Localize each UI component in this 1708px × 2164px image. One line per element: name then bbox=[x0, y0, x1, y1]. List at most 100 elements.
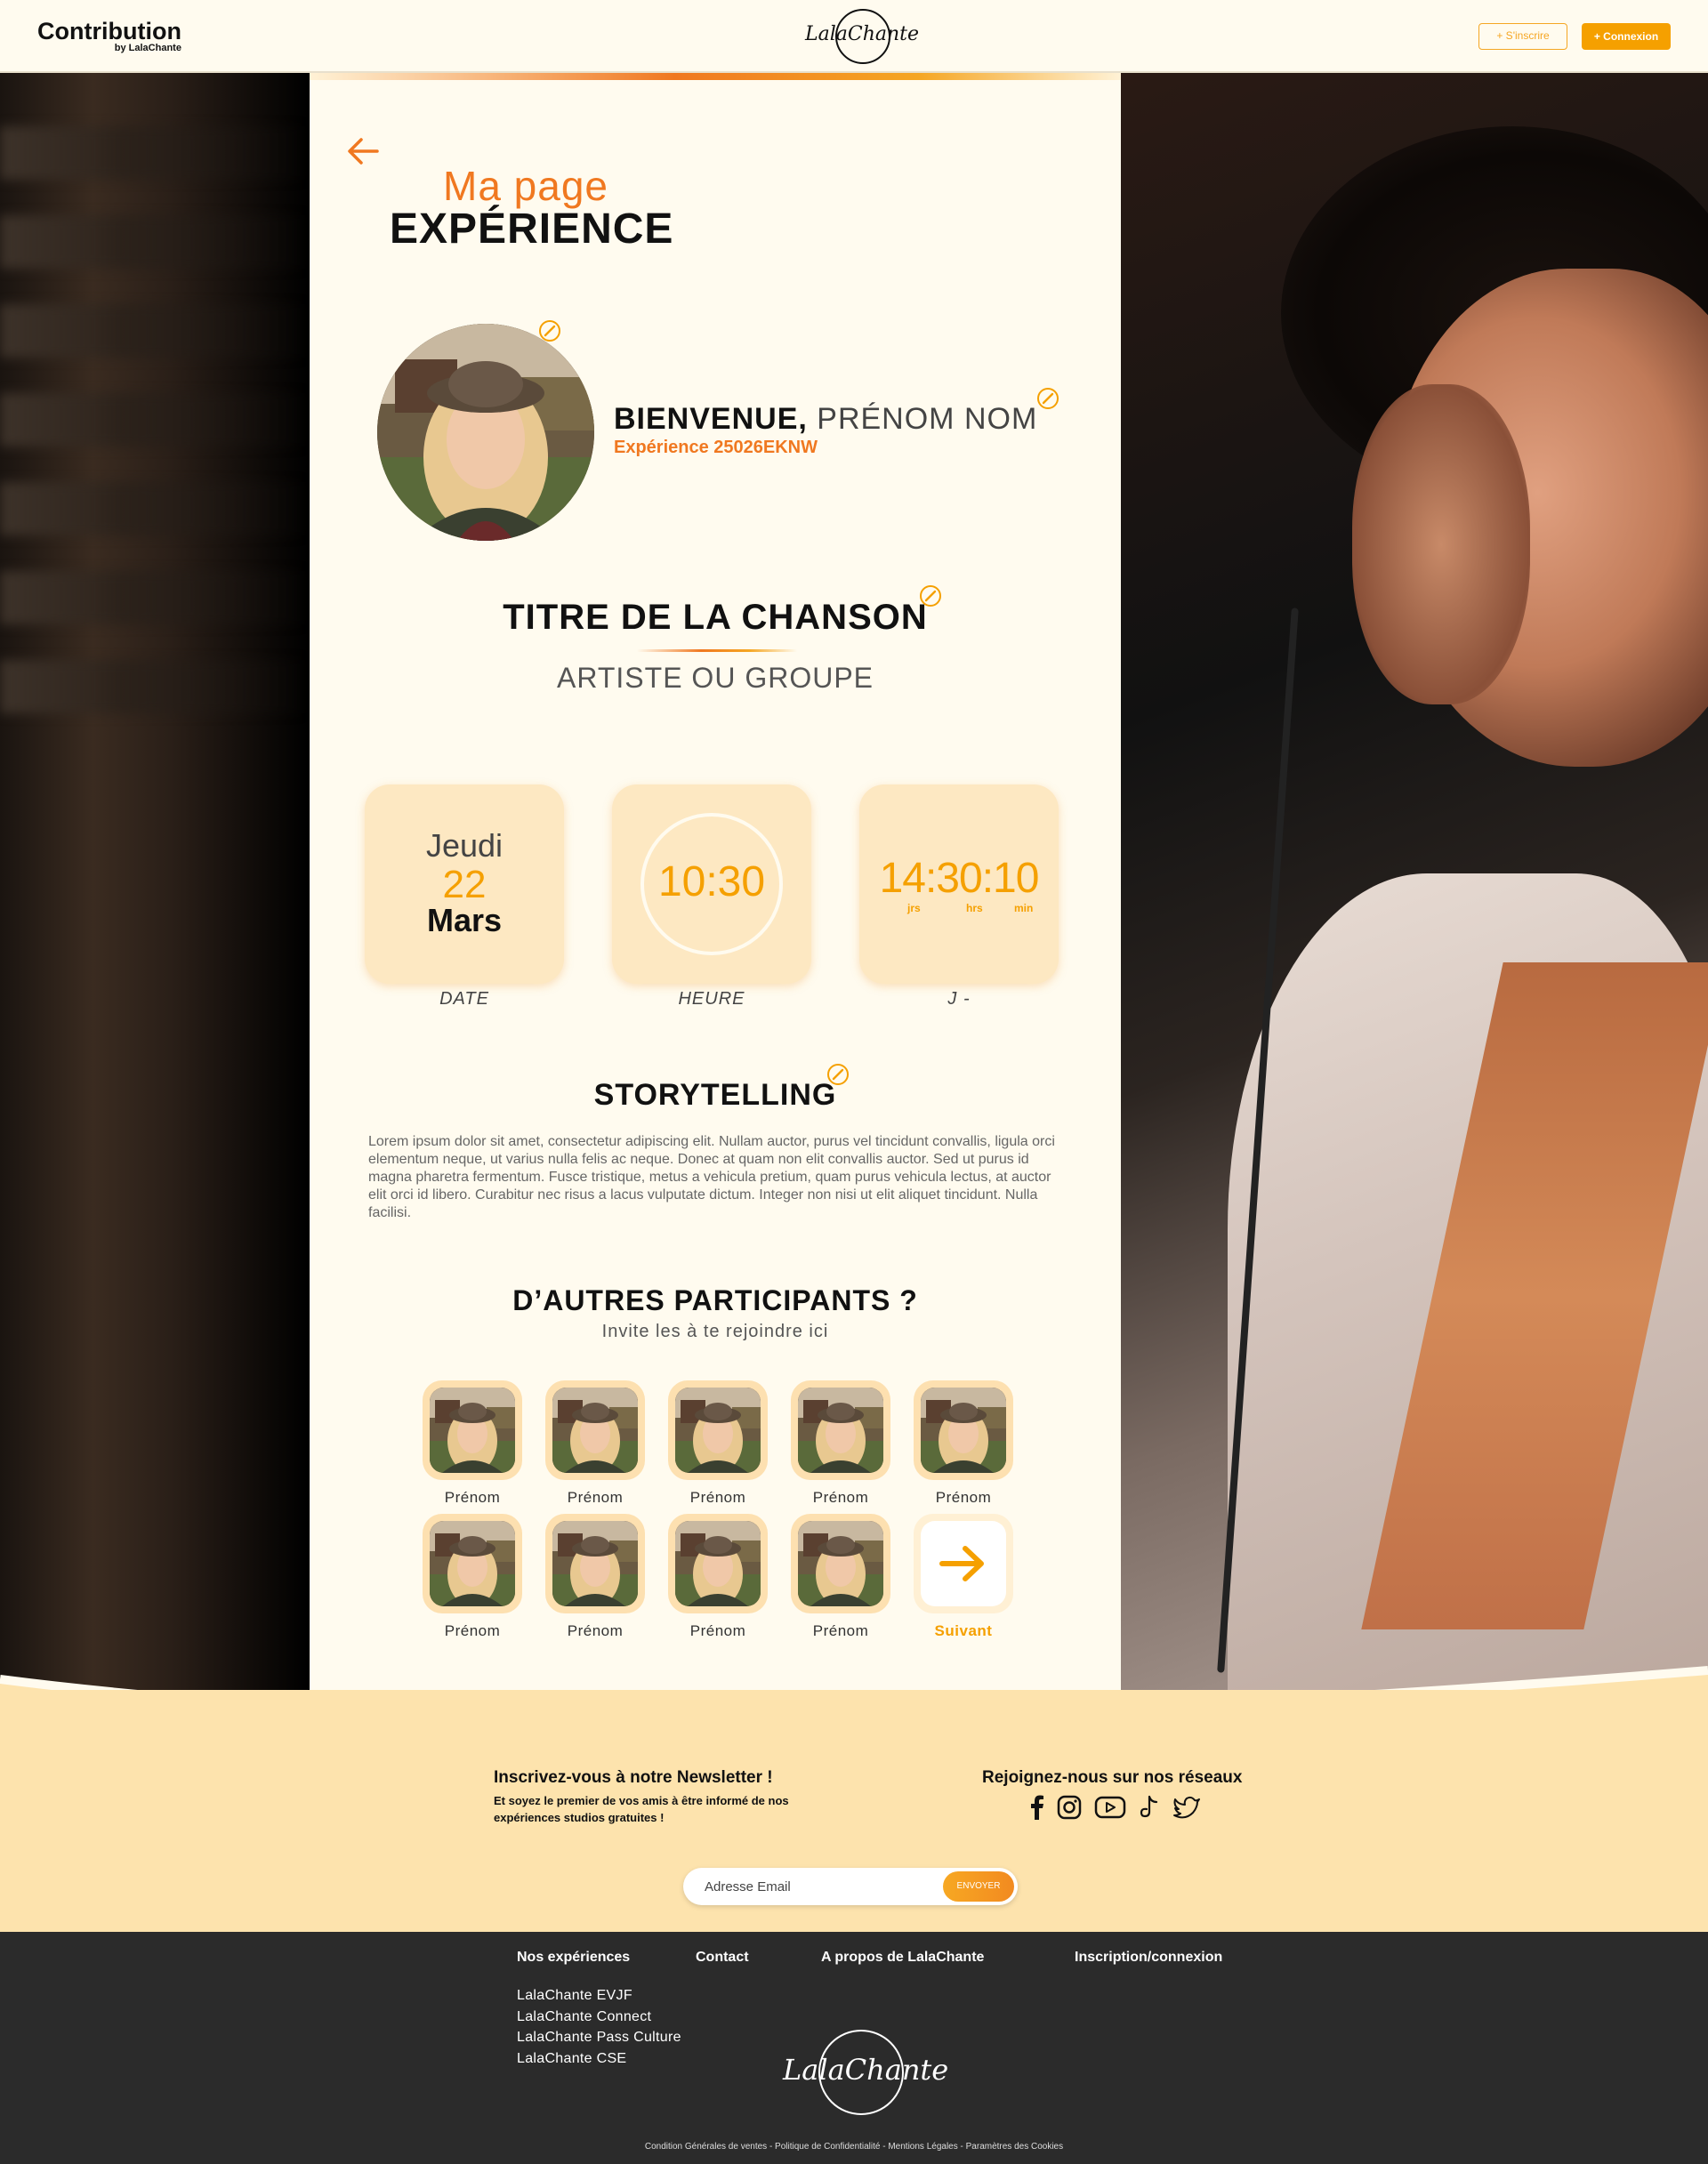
countdown-label: J - bbox=[947, 989, 971, 1009]
experience-code: Expérience 25026EKNW bbox=[614, 438, 818, 457]
participant-name: Prénom bbox=[689, 1489, 746, 1506]
email-input[interactable] bbox=[705, 1868, 909, 1905]
next-participants-button[interactable] bbox=[914, 1514, 1013, 1613]
newsletter-section: Inscrivez-vous à notre Newsletter ! Et s… bbox=[0, 1690, 1708, 1932]
title-underline bbox=[637, 649, 797, 652]
footer-link-connect[interactable]: LalaChante Connect bbox=[517, 2007, 681, 2028]
social-title: Rejoignez-nous sur nos réseaux bbox=[982, 1768, 1243, 1787]
arrow-right-icon bbox=[939, 1546, 984, 1581]
participant-avatar bbox=[430, 1388, 515, 1473]
social-links bbox=[1030, 1795, 1201, 1820]
storytelling-title: STORYTELLING bbox=[593, 1078, 837, 1112]
welcome-label: BIENVENUE, bbox=[614, 402, 808, 436]
date-label: DATE bbox=[439, 989, 489, 1009]
footer-heading-login[interactable]: Inscription/connexion bbox=[1075, 1950, 1222, 1966]
footer-logo[interactable]: LalaChante bbox=[783, 2028, 949, 2117]
time-card: 10:30 bbox=[612, 784, 811, 984]
tiktok-icon[interactable] bbox=[1139, 1795, 1160, 1820]
participant-name: Prénom bbox=[935, 1489, 992, 1506]
next-label: Suivant bbox=[934, 1622, 993, 1639]
footer-logo-text: LalaChante bbox=[783, 2053, 949, 2087]
brand-title: Contribution bbox=[37, 18, 181, 44]
participant-name: Prénom bbox=[812, 1622, 869, 1639]
song-title: TITRE DE LA CHANSON bbox=[503, 598, 928, 637]
countdown-unit-days: jrs bbox=[907, 902, 921, 914]
footer-heading-contact[interactable]: Contact bbox=[696, 1950, 749, 1966]
artist-name: ARTISTE OU GROUPE bbox=[556, 662, 874, 694]
background-photo-singer bbox=[1121, 73, 1708, 1718]
participant-name: Prénom bbox=[444, 1489, 501, 1506]
site-footer: Nos expériences Contact A propos de Lala… bbox=[0, 1932, 1708, 2164]
storytelling-text: Lorem ipsum dolor sit amet, consectetur … bbox=[368, 1134, 1055, 1220]
participant-name: Prénom bbox=[567, 1622, 624, 1639]
participant-avatar bbox=[675, 1388, 761, 1473]
footer-link-evjf[interactable]: LalaChante EVJF bbox=[517, 1985, 681, 2007]
newsletter-title: Inscrivez-vous à notre Newsletter ! bbox=[494, 1768, 773, 1787]
facebook-icon[interactable] bbox=[1030, 1795, 1044, 1820]
date-number: 22 bbox=[442, 863, 487, 906]
participant-avatar bbox=[798, 1388, 883, 1473]
participant-tile[interactable] bbox=[791, 1380, 890, 1480]
participant-tile[interactable] bbox=[545, 1380, 645, 1480]
edit-story-icon[interactable] bbox=[826, 1062, 850, 1087]
participants-title: D’AUTRES PARTICIPANTS ? bbox=[512, 1284, 918, 1316]
participant-tile[interactable] bbox=[668, 1380, 768, 1480]
footer-link-cse[interactable]: LalaChante CSE bbox=[517, 2048, 681, 2070]
edit-song-icon[interactable] bbox=[918, 583, 943, 608]
participant-avatar bbox=[552, 1388, 638, 1473]
user-name: PRÉNOM NOM bbox=[807, 402, 1038, 436]
site-header: Contribution by LalaChante LalaChante + … bbox=[0, 0, 1708, 73]
top-accent-bar bbox=[310, 73, 1121, 80]
participant-name: Prénom bbox=[567, 1489, 624, 1506]
participant-tile[interactable] bbox=[914, 1380, 1013, 1480]
date-card: Jeudi 22 Mars bbox=[365, 784, 564, 984]
countdown-card: 14:30:10 jrs hrs min bbox=[859, 784, 1059, 984]
footer-link-pass-culture[interactable]: LalaChante Pass Culture bbox=[517, 2027, 681, 2048]
background-photo-left bbox=[0, 73, 310, 1718]
newsletter-form: ENVOYER bbox=[683, 1868, 1018, 1905]
lalachante-logo[interactable]: LalaChante bbox=[805, 9, 920, 66]
participant-avatar bbox=[921, 1388, 1006, 1473]
footer-experience-links: LalaChante EVJF LalaChante Connect LalaC… bbox=[517, 1985, 681, 2069]
time-label: HEURE bbox=[678, 989, 745, 1009]
participant-tile[interactable] bbox=[423, 1514, 522, 1613]
participant-tile[interactable] bbox=[668, 1514, 768, 1613]
participants-subtitle: Invite les à te rejoindre ici bbox=[601, 1322, 829, 1341]
participant-name: Prénom bbox=[444, 1622, 501, 1639]
login-button[interactable]: + Connexion bbox=[1582, 23, 1671, 50]
participant-avatar bbox=[552, 1521, 638, 1606]
newsletter-subtitle: Et soyez le premier de vos amis à être i… bbox=[494, 1794, 789, 1824]
date-day: Jeudi bbox=[425, 827, 504, 864]
youtube-icon[interactable] bbox=[1094, 1795, 1126, 1820]
edit-photo-icon[interactable] bbox=[537, 318, 562, 343]
back-arrow-icon[interactable] bbox=[345, 135, 381, 167]
welcome-heading: BIENVENUE, PRÉNOM NOM bbox=[614, 402, 1037, 437]
signup-button[interactable]: + S'inscrire bbox=[1478, 23, 1567, 50]
participant-tile[interactable] bbox=[423, 1380, 522, 1480]
avatar[interactable] bbox=[377, 324, 594, 541]
edit-name-icon[interactable] bbox=[1035, 386, 1060, 411]
participant-avatar bbox=[430, 1521, 515, 1606]
page-title: EXPÉRIENCE bbox=[390, 205, 674, 253]
date-month: Mars bbox=[426, 902, 503, 938]
footer-heading-about[interactable]: A propos de LalaChante bbox=[821, 1950, 984, 1966]
participant-name: Prénom bbox=[689, 1622, 746, 1639]
participant-tile[interactable] bbox=[791, 1514, 890, 1613]
page-title-light: Ma page bbox=[443, 163, 609, 209]
participant-avatar bbox=[798, 1521, 883, 1606]
brand[interactable]: Contribution by LalaChante bbox=[37, 18, 181, 54]
footer-heading-experiences[interactable]: Nos expériences bbox=[517, 1950, 630, 1966]
countdown-unit-hours: hrs bbox=[966, 902, 983, 914]
instagram-icon[interactable] bbox=[1057, 1795, 1082, 1820]
send-button[interactable]: ENVOYER bbox=[943, 1871, 1014, 1902]
footer-legal-links[interactable]: Condition Générales de ventes - Politiqu… bbox=[0, 2142, 1708, 2152]
participant-tile[interactable] bbox=[545, 1514, 645, 1613]
countdown-value: 14:30:10 bbox=[879, 855, 1040, 902]
countdown-unit-minutes: min bbox=[1014, 902, 1034, 914]
experience-panel: Ma page EXPÉRIENCE BIENVENUE, PRÉNOM NOM… bbox=[310, 73, 1121, 1718]
participant-name: Prénom bbox=[812, 1489, 869, 1506]
participant-avatar bbox=[675, 1521, 761, 1606]
logo-text: LalaChante bbox=[805, 23, 920, 45]
twitter-icon[interactable] bbox=[1172, 1795, 1201, 1820]
time-value: 10:30 bbox=[657, 858, 766, 905]
